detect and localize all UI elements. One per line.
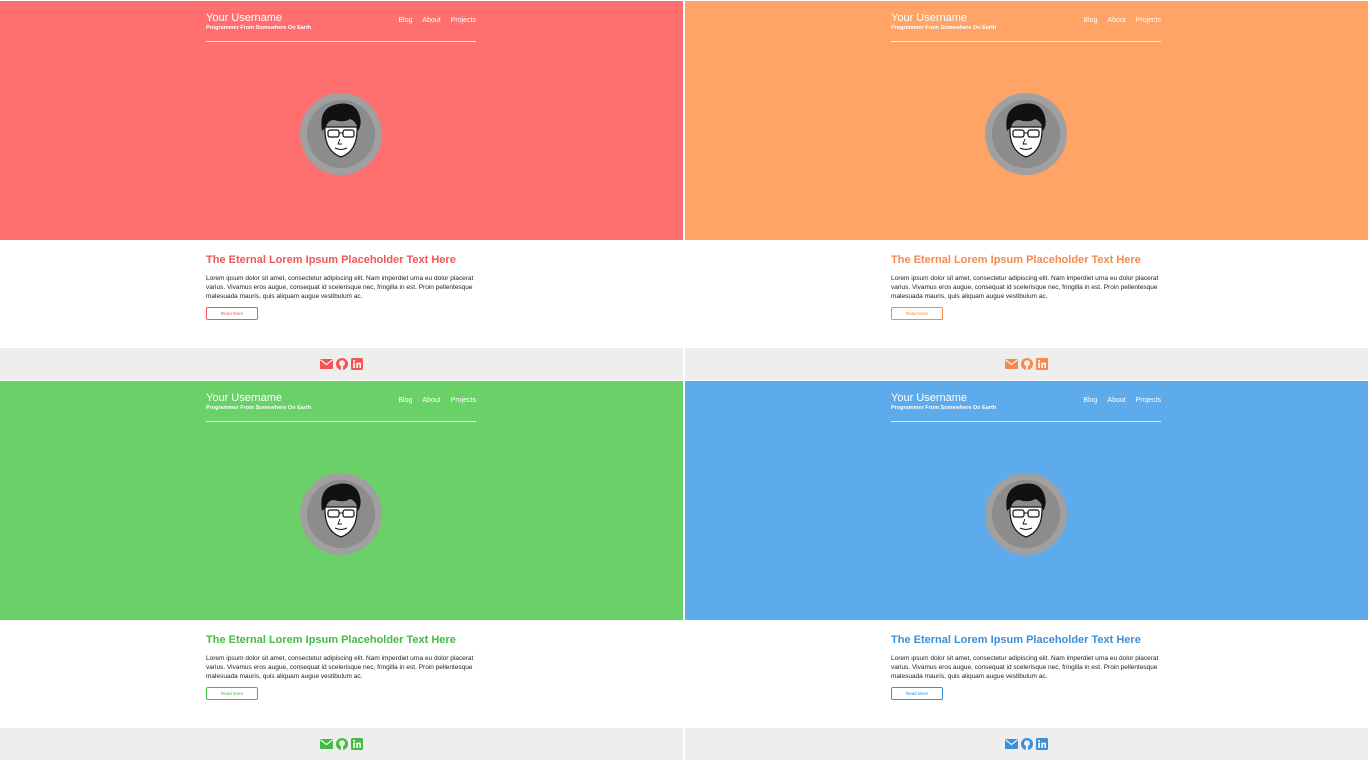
brand[interactable]: Your Username Programmer From Somewhere …	[206, 391, 311, 412]
linkedin-icon[interactable]	[350, 358, 363, 371]
avatar	[300, 93, 382, 175]
github-icon[interactable]	[335, 358, 348, 371]
theme-variant-blue: Your Username Programmer From Somewhere …	[685, 381, 1368, 760]
site-footer	[685, 348, 1368, 380]
github-icon[interactable]	[1020, 738, 1033, 751]
post-title[interactable]: The Eternal Lorem Ipsum Placeholder Text…	[206, 633, 476, 648]
main-nav: Blog About Projects	[1083, 17, 1161, 24]
site-footer	[685, 728, 1368, 760]
site-tagline: Programmer From Somewhere On Earth	[206, 405, 312, 411]
envelope-icon[interactable]	[1005, 738, 1018, 751]
brand[interactable]: Your Username Programmer From Somewhere …	[206, 11, 311, 32]
envelope-icon[interactable]	[1005, 358, 1018, 371]
nav-link-about[interactable]: About	[1107, 17, 1125, 24]
avatar	[985, 93, 1067, 175]
read-more-button[interactable]: Read More	[891, 687, 943, 700]
nav-link-blog[interactable]: Blog	[1083, 17, 1097, 24]
theme-variant-green: Your Username Programmer From Somewhere …	[0, 381, 683, 760]
main-nav: Blog About Projects	[398, 17, 476, 24]
site-username[interactable]: Your Username	[891, 391, 996, 405]
hero-banner: Your Username Programmer From Somewhere …	[0, 381, 683, 620]
nav-link-projects[interactable]: Projects	[451, 397, 476, 404]
nav-link-projects[interactable]: Projects	[1136, 17, 1161, 24]
site-tagline: Programmer From Somewhere On Earth	[891, 405, 997, 411]
nav-link-projects[interactable]: Projects	[1136, 397, 1161, 404]
brand[interactable]: Your Username Programmer From Somewhere …	[891, 391, 996, 412]
github-icon[interactable]	[1020, 358, 1033, 371]
nav-link-about[interactable]: About	[422, 397, 440, 404]
envelope-icon[interactable]	[320, 738, 333, 751]
site-header: Your Username Programmer From Somewhere …	[206, 11, 476, 42]
post-preview: The Eternal Lorem Ipsum Placeholder Text…	[891, 633, 1161, 700]
nav-link-about[interactable]: About	[422, 17, 440, 24]
site-tagline: Programmer From Somewhere On Earth	[891, 25, 997, 31]
read-more-button[interactable]: Read More	[206, 307, 258, 320]
read-more-button[interactable]: Read More	[891, 307, 943, 320]
post-excerpt: Lorem ipsum dolor sit amet, consectetur …	[206, 275, 474, 300]
theme-variant-red: Your Username Programmer From Somewhere …	[0, 1, 683, 380]
theme-preview-grid: Your Username Programmer From Somewhere …	[0, 0, 1368, 760]
brand[interactable]: Your Username Programmer From Somewhere …	[891, 11, 996, 32]
nav-link-about[interactable]: About	[1107, 397, 1125, 404]
linkedin-icon[interactable]	[350, 738, 363, 751]
avatar	[300, 473, 382, 555]
post-preview: The Eternal Lorem Ipsum Placeholder Text…	[891, 253, 1161, 320]
site-username[interactable]: Your Username	[206, 11, 311, 25]
theme-variant-orange: Your Username Programmer From Somewhere …	[685, 1, 1368, 380]
site-header: Your Username Programmer From Somewhere …	[891, 11, 1161, 42]
nav-link-blog[interactable]: Blog	[1083, 397, 1097, 404]
post-title[interactable]: The Eternal Lorem Ipsum Placeholder Text…	[206, 253, 476, 268]
post-excerpt: Lorem ipsum dolor sit amet, consectetur …	[891, 655, 1159, 680]
post-preview: The Eternal Lorem Ipsum Placeholder Text…	[206, 253, 476, 320]
envelope-icon[interactable]	[320, 358, 333, 371]
site-username[interactable]: Your Username	[206, 391, 311, 405]
post-title[interactable]: The Eternal Lorem Ipsum Placeholder Text…	[891, 253, 1161, 268]
nav-link-blog[interactable]: Blog	[398, 397, 412, 404]
hero-banner: Your Username Programmer From Somewhere …	[685, 381, 1368, 620]
main-nav: Blog About Projects	[1083, 397, 1161, 404]
linkedin-icon[interactable]	[1035, 738, 1048, 751]
nav-link-blog[interactable]: Blog	[398, 17, 412, 24]
post-title[interactable]: The Eternal Lorem Ipsum Placeholder Text…	[891, 633, 1161, 648]
site-header: Your Username Programmer From Somewhere …	[891, 391, 1161, 422]
site-username[interactable]: Your Username	[891, 11, 996, 25]
site-header: Your Username Programmer From Somewhere …	[206, 391, 476, 422]
post-preview: The Eternal Lorem Ipsum Placeholder Text…	[206, 633, 476, 700]
avatar	[985, 473, 1067, 555]
github-icon[interactable]	[335, 738, 348, 751]
linkedin-icon[interactable]	[1035, 358, 1048, 371]
main-nav: Blog About Projects	[398, 397, 476, 404]
post-excerpt: Lorem ipsum dolor sit amet, consectetur …	[891, 275, 1159, 300]
hero-banner: Your Username Programmer From Somewhere …	[685, 1, 1368, 240]
hero-banner: Your Username Programmer From Somewhere …	[0, 1, 683, 240]
post-excerpt: Lorem ipsum dolor sit amet, consectetur …	[206, 655, 474, 680]
nav-link-projects[interactable]: Projects	[451, 17, 476, 24]
site-footer	[0, 348, 683, 380]
read-more-button[interactable]: Read More	[206, 687, 258, 700]
site-tagline: Programmer From Somewhere On Earth	[206, 25, 312, 31]
site-footer	[0, 728, 683, 760]
